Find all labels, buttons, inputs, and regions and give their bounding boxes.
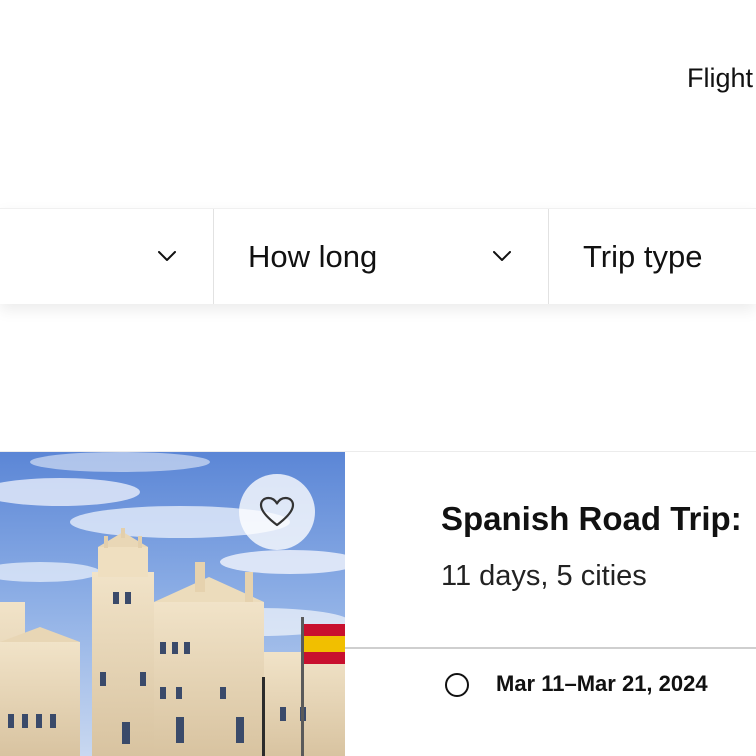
nav-flights-link[interactable]: Flight: [687, 63, 753, 94]
filter-bar: How long Trip type: [0, 208, 756, 304]
favorite-button[interactable]: [239, 474, 315, 550]
filter-dropdown-when[interactable]: [0, 209, 214, 304]
trip-subtitle: 11 days, 5 cities: [441, 560, 647, 592]
page: Flight How long Trip type Spanish Road T…: [0, 0, 756, 756]
chevron-down-icon: [493, 251, 511, 261]
date-option-label[interactable]: Mar 11–Mar 21, 2024: [496, 671, 708, 697]
chevron-down-icon: [158, 251, 176, 261]
date-radio-button[interactable]: [445, 673, 469, 697]
filter-label: Trip type: [583, 238, 703, 274]
trip-card[interactable]: Spanish Road Trip: 11 days, 5 cities Mar…: [0, 451, 756, 756]
card-divider: [345, 647, 756, 649]
heart-icon: [259, 496, 295, 527]
filter-dropdown-trip-type[interactable]: Trip type: [549, 209, 756, 304]
filter-label: How long: [248, 238, 378, 274]
filter-dropdown-how-long[interactable]: How long: [214, 209, 549, 304]
trip-title[interactable]: Spanish Road Trip:: [441, 500, 742, 538]
trip-image[interactable]: [0, 452, 345, 756]
